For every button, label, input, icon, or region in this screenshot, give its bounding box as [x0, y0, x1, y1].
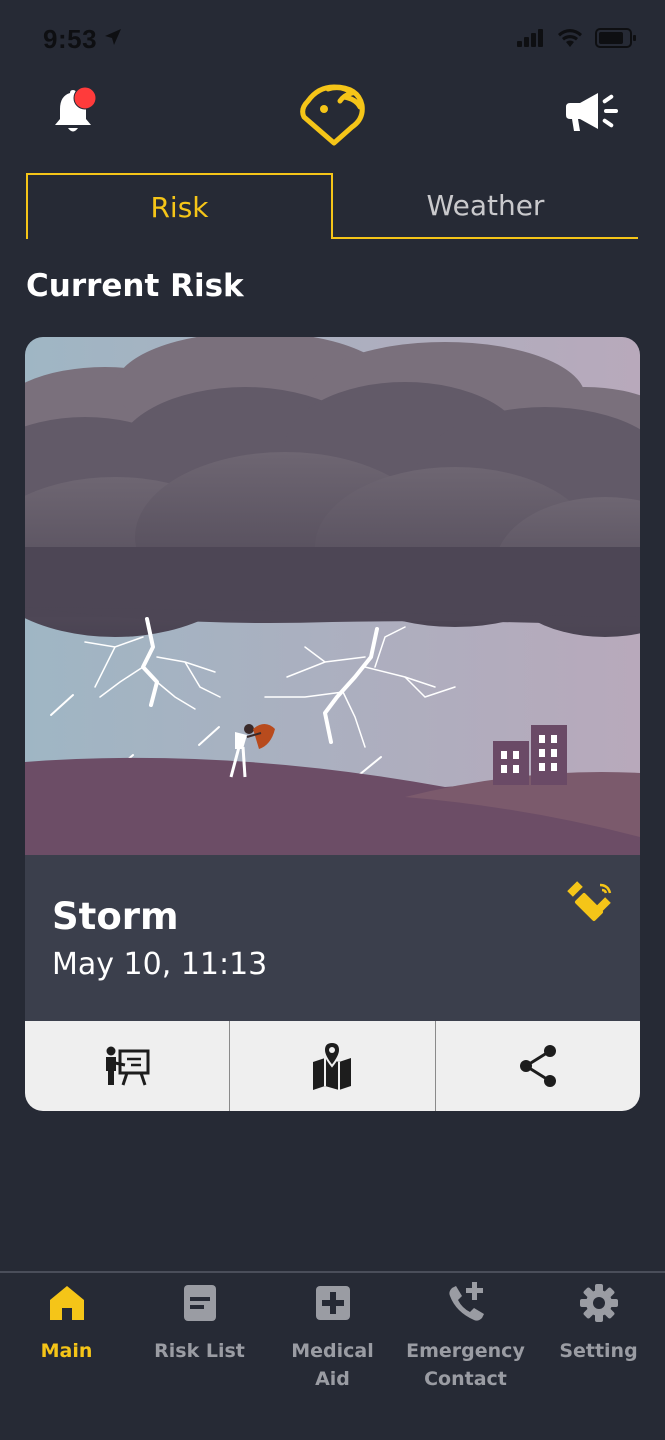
signal-icon	[517, 29, 543, 47]
megaphone-icon	[566, 93, 618, 131]
battery-icon	[595, 28, 636, 48]
nav-main[interactable]: Main	[0, 1273, 133, 1440]
share-button[interactable]	[436, 1021, 640, 1111]
risk-actions	[25, 1021, 640, 1111]
nav-label-setting: Setting	[559, 1340, 638, 1362]
medical-icon	[315, 1286, 350, 1320]
nav-setting[interactable]: Setting	[532, 1273, 665, 1440]
announcements-button[interactable]	[566, 89, 622, 137]
location-arrow-icon	[105, 29, 121, 45]
bottom-nav: Main Risk List Medical Aid Emergency Con…	[0, 1271, 665, 1440]
nav-label-risk-list: Risk List	[154, 1340, 245, 1362]
status-indicators	[517, 28, 637, 48]
wifi-icon	[558, 29, 582, 47]
nav-emergency-contact[interactable]: Emergency Contact	[399, 1273, 532, 1440]
tab-bar: Risk Weather	[26, 173, 638, 239]
home-icon	[49, 1286, 84, 1320]
nav-risk-list[interactable]: Risk List	[133, 1273, 266, 1440]
section-title: Current Risk	[26, 268, 244, 304]
tab-weather[interactable]: Weather	[333, 173, 638, 239]
risk-datetime: May 10, 11:13	[52, 947, 268, 982]
map-icon	[313, 1042, 352, 1090]
nav-label-medical-aid: Medical Aid	[291, 1340, 374, 1390]
guidance-button[interactable]	[25, 1021, 231, 1111]
satellite-icon	[567, 881, 612, 922]
bell-icon	[55, 86, 97, 132]
notifications-button[interactable]	[50, 86, 98, 139]
map-button[interactable]	[230, 1021, 436, 1111]
nav-label-emergency-contact: Emergency Contact	[406, 1340, 525, 1390]
risk-card[interactable]: Storm May 10, 11:13	[25, 337, 640, 1111]
nav-medical-aid[interactable]: Medical Aid	[266, 1273, 399, 1440]
share-icon	[519, 1045, 556, 1087]
logo-icon	[300, 84, 365, 146]
list-icon	[183, 1285, 216, 1321]
status-bar: 9:53	[0, 0, 665, 80]
gear-icon	[579, 1284, 618, 1322]
status-time: 9:53	[43, 24, 98, 54]
header	[0, 75, 665, 155]
risk-name: Storm	[52, 895, 179, 938]
storm-illustration	[25, 337, 640, 855]
phone-add-icon	[448, 1282, 484, 1321]
nav-label-main: Main	[40, 1340, 93, 1362]
app-logo	[298, 79, 368, 153]
risk-info: Storm May 10, 11:13	[25, 855, 640, 1021]
tab-risk[interactable]: Risk	[26, 173, 333, 239]
presentation-icon	[106, 1046, 150, 1086]
